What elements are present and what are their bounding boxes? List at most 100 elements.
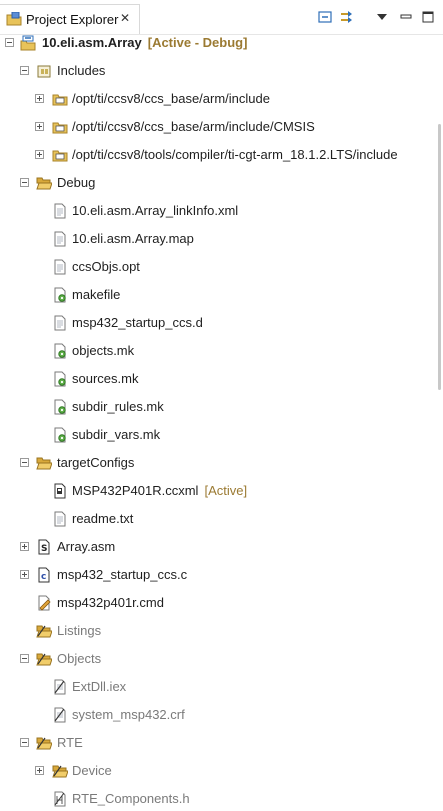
tree-item-label: makefile [72, 287, 121, 302]
tree-item-label: MSP432P401R.ccxml [72, 483, 199, 498]
tree-item-label: subdir_rules.mk [72, 399, 164, 414]
view-menu-icon[interactable] [373, 9, 391, 25]
tree-item[interactable]: makefile [0, 281, 436, 309]
tree-item[interactable]: MSP432P401R.ccxml [Active] [0, 477, 436, 505]
collapse-twisty-icon[interactable] [20, 458, 29, 467]
tree-item[interactable]: RTE_Components.h [0, 785, 436, 811]
expand-twisty-icon[interactable] [20, 570, 29, 579]
tree-item-label: Includes [57, 63, 106, 78]
close-icon[interactable]: ✕ [120, 11, 130, 25]
collapse-all-icon[interactable] [316, 9, 334, 25]
makefile-icon [54, 371, 66, 387]
tree-item[interactable]: Debug [0, 169, 436, 197]
tree-item-label: Listings [57, 623, 102, 638]
tab-title: Project Explorer [26, 12, 119, 27]
tree-item[interactable]: ccsObjs.opt [0, 253, 436, 281]
tree-item-label: msp432p401r.cmd [57, 595, 164, 610]
tree-item-label: sources.mk [72, 371, 139, 386]
project-tree: 10.eli.asm.Array [Active - Debug] Includes… [0, 34, 443, 811]
tree-item[interactable]: sources.mk [0, 365, 436, 393]
tree-item-label: /opt/ti/ccsv8/tools/compiler/ti-cgt-arm_… [72, 147, 398, 162]
makefile-icon [54, 427, 66, 443]
tree-item[interactable]: 10.eli.asm.Array.map [0, 225, 436, 253]
folder-open-icon [36, 457, 52, 470]
file-icon [54, 231, 66, 247]
tree-item[interactable]: /opt/ti/ccsv8/ccs_base/arm/include [0, 85, 436, 113]
svg-text:S: S [41, 544, 47, 554]
expand-twisty-icon[interactable] [35, 150, 44, 159]
tree-item-label: system_msp432.crf [72, 707, 185, 722]
tree-item-label: 10.eli.asm.Array_linkInfo.xml [72, 203, 239, 218]
tree-item[interactable]: /opt/ti/ccsv8/tools/compiler/ti-cgt-arm_… [0, 141, 436, 169]
excluded-folder-icon [36, 653, 52, 666]
tree-item-text: 10.eli.asm.Array [Active - Debug] [42, 35, 247, 50]
folder-open-icon [36, 177, 52, 190]
tree-item[interactable]: RTE [0, 729, 436, 757]
ccs-project-icon [20, 35, 36, 51]
tree-scrollbar[interactable] [438, 124, 441, 390]
makefile-icon [54, 343, 66, 359]
file-icon [54, 259, 66, 275]
tree-item[interactable]: subdir_rules.mk [0, 393, 436, 421]
link-with-editor-icon[interactable] [338, 9, 356, 25]
ccxml-icon [54, 483, 66, 499]
tree-item[interactable]: Listings [0, 617, 436, 645]
tree-item[interactable]: Device [0, 757, 436, 785]
collapse-twisty-icon[interactable] [20, 66, 29, 75]
excluded-folder-icon [36, 625, 52, 638]
tab-project-explorer[interactable]: Project Explorer ✕ [0, 4, 140, 34]
tree-item-label: RTE [57, 735, 83, 750]
tree-item[interactable]: ExtDll.iex [0, 673, 436, 701]
excluded-folder-icon [36, 737, 52, 750]
tree-item-decoration: [Active] [204, 483, 248, 498]
makefile-icon [54, 399, 66, 415]
makefile-icon [54, 287, 66, 303]
tree-item[interactable]: Objects [0, 645, 436, 673]
tree-item[interactable]: Includes [0, 57, 436, 85]
tree-item[interactable]: /opt/ti/ccsv8/ccs_base/arm/include/CMSIS [0, 113, 436, 141]
file-icon [54, 315, 66, 331]
tree-item-label: 10.eli.asm.Array.map [72, 231, 194, 246]
tree-item-label: 10.eli.asm.Array [42, 35, 142, 50]
tree-item-label: Debug [57, 175, 96, 190]
tree-item-label: /opt/ti/ccsv8/ccs_base/arm/include/CMSIS [72, 119, 315, 134]
project-explorer-header: Project Explorer ✕ [0, 0, 443, 35]
tree-item[interactable]: c msp432_startup_ccs.c [0, 561, 436, 589]
expand-twisty-icon[interactable] [35, 94, 44, 103]
includes-icon [37, 65, 51, 78]
tree-item-label: msp432_startup_ccs.d [72, 315, 203, 330]
header-file-icon [54, 791, 66, 807]
tree-item-label: /opt/ti/ccsv8/ccs_base/arm/include [72, 91, 270, 106]
tree-item[interactable]: msp432_startup_ccs.d [0, 309, 436, 337]
c-file-icon: c [38, 567, 50, 583]
include-folder-icon [52, 94, 68, 106]
excluded-folder-icon [52, 765, 68, 778]
tree-item-label: subdir_vars.mk [72, 427, 161, 442]
expand-twisty-icon[interactable] [35, 766, 44, 775]
tree-item[interactable]: system_msp432.crf [0, 701, 436, 729]
minimize-icon[interactable] [397, 9, 415, 25]
tree-item[interactable]: 10.eli.asm.Array [Active - Debug] [0, 34, 436, 57]
tree-item[interactable]: targetConfigs [0, 449, 436, 477]
tree-item-decoration: [Active - Debug] [147, 35, 248, 50]
tree-item-label: targetConfigs [57, 455, 135, 470]
tree-item[interactable]: S Array.asm [0, 533, 436, 561]
tree-item[interactable]: 10.eli.asm.Array_linkInfo.xml [0, 197, 436, 225]
tree-item[interactable]: readme.txt [0, 505, 436, 533]
collapse-twisty-icon[interactable] [20, 654, 29, 663]
include-folder-icon [52, 150, 68, 162]
maximize-icon[interactable] [419, 9, 437, 25]
tree-item[interactable]: objects.mk [0, 337, 436, 365]
tree-item[interactable]: subdir_vars.mk [0, 421, 436, 449]
expand-twisty-icon[interactable] [35, 122, 44, 131]
collapse-twisty-icon[interactable] [20, 738, 29, 747]
excluded-file-icon [54, 707, 66, 723]
tree-item[interactable]: msp432p401r.cmd [0, 589, 436, 617]
cmd-file-icon [38, 595, 51, 611]
collapse-twisty-icon[interactable] [5, 38, 14, 47]
tree-item-label: readme.txt [72, 511, 134, 526]
tree-item-label: ExtDll.iex [72, 679, 127, 694]
collapse-twisty-icon[interactable] [20, 178, 29, 187]
tree-item-label: objects.mk [72, 343, 135, 358]
expand-twisty-icon[interactable] [20, 542, 29, 551]
